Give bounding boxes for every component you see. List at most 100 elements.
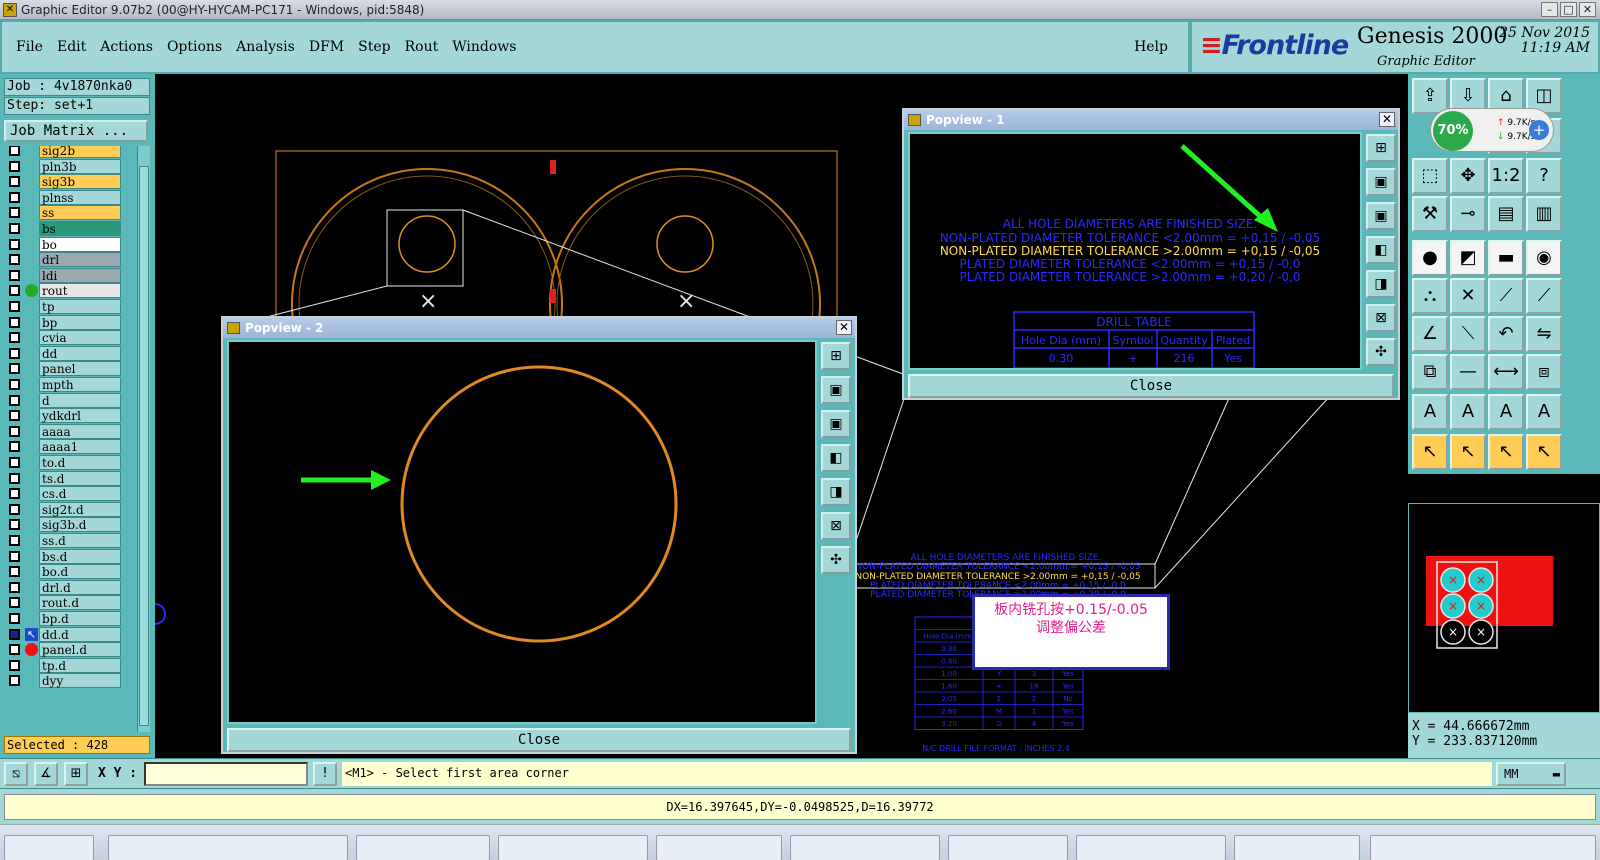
popview-2-close-x[interactable]: ✕ [836,320,852,335]
layer-checkbox[interactable] [9,223,20,234]
menu-options[interactable]: Options [167,39,222,55]
horizontal-line-icon[interactable]: — [1450,354,1486,390]
probe-icon[interactable]: ⊸ [1450,196,1486,232]
text-a-1-icon[interactable]: A [1412,394,1448,430]
query-icon[interactable]: ? [1526,158,1562,194]
grid-icon[interactable]: ⊞ [64,762,88,786]
layer-row[interactable]: bp.d [4,611,136,626]
layer-checkbox[interactable] [9,581,20,593]
layer-row[interactable]: plnss [4,189,136,205]
layer-checkbox[interactable] [9,347,20,359]
layer-checkbox[interactable] [9,457,20,468]
layer-row[interactable]: bs [4,221,136,236]
pan-right-icon[interactable]: ◨ [821,478,851,506]
menu-file[interactable]: File [16,39,43,55]
plus-icon[interactable]: + [1529,120,1549,140]
taskbar-item-3[interactable] [498,835,648,860]
layer-row[interactable]: bp [4,314,136,330]
popview-1-close-x[interactable]: ✕ [1379,112,1395,127]
pan-icon[interactable]: ✥ [1450,158,1486,194]
layer-row[interactable]: bs.d [4,548,136,564]
zoom-down-icon[interactable]: ▣ [1366,202,1396,230]
layer-checkbox[interactable] [9,535,20,546]
add-line-icon[interactable]: ◩ [1450,240,1486,276]
layer-row[interactable]: sig3b.d [4,517,136,533]
text-a-4-icon[interactable]: A [1526,394,1562,430]
layer-checkbox[interactable] [9,379,20,390]
minimize-button[interactable]: – [1541,2,1558,17]
center-icon[interactable]: ✣ [821,546,851,574]
menu-analysis[interactable]: Analysis [236,39,295,55]
layer-checkbox[interactable] [9,425,20,437]
layer-checkbox[interactable] [9,301,20,312]
layer-checkbox[interactable] [9,628,20,640]
pan-left-icon[interactable]: ◧ [1366,236,1396,264]
layer-row[interactable]: dyy [4,673,136,689]
taskbar-item-5[interactable] [790,835,940,860]
layer-checkbox[interactable] [9,316,20,328]
pointer-1-icon[interactable]: ↖ [1412,434,1448,470]
text-a-2-icon[interactable]: A [1450,394,1486,430]
zoom-in-icon[interactable]: ⊞ [821,342,851,370]
layer-checkbox[interactable] [9,566,20,578]
menu-rout[interactable]: Rout [405,39,439,55]
move-copy-icon[interactable]: ⧉ [1412,354,1448,390]
layer-checkbox[interactable] [9,410,20,422]
text-a-3-icon[interactable]: A [1488,394,1524,430]
layer-row[interactable]: ss [4,205,136,221]
pan-left-icon[interactable]: ◧ [821,444,851,472]
layer-scrollbar[interactable] [137,146,150,732]
layer-checkbox[interactable] [9,146,20,156]
menu-help[interactable]: Help [1134,39,1168,55]
taskbar-item-8[interactable] [1234,835,1360,860]
layer-up-icon[interactable]: ⇪ [1412,78,1448,114]
alert-icon[interactable]: ! [313,762,337,786]
layer-checkbox[interactable] [9,285,20,297]
layer-row[interactable]: dd [4,345,136,361]
layer-row[interactable]: to.d [4,455,136,470]
popview-2-close-button[interactable]: Close [227,728,851,752]
tools-icon[interactable]: ⚒ [1412,196,1448,232]
layer-row[interactable]: ydkdrl [4,408,136,424]
layer-checkbox[interactable] [9,160,20,172]
pointer-3-icon[interactable]: ↖ [1488,434,1524,470]
layer-row[interactable]: mpth [4,377,136,392]
taskbar-item-1[interactable] [108,835,348,860]
line-node-2-icon[interactable]: ⟋ [1526,278,1562,314]
layer-row[interactable]: bo [4,236,136,252]
layer-row[interactable]: tp [4,299,136,314]
slope-icon[interactable]: ⟍ [1450,316,1486,352]
xy-input[interactable] [144,762,308,786]
layer-checkbox[interactable] [9,238,20,250]
menu-step[interactable]: Step [358,39,390,55]
layer-row[interactable]: sig2t.d [4,501,136,517]
layer-row[interactable]: rout [4,283,136,299]
overview-map[interactable]: × × × × × × [1408,503,1600,713]
layer-row[interactable]: bo.d [4,564,136,580]
net-select-icon[interactable]: ▥ [1526,196,1562,232]
unit-select[interactable]: MM ▬ [1496,762,1566,786]
layer-checkbox[interactable] [9,394,20,406]
layer-checkbox[interactable] [9,644,20,656]
mirror-icon[interactable]: ⇋ [1526,316,1562,352]
pan-right-icon[interactable]: ◨ [1366,270,1396,298]
layer-row[interactable]: panel [4,361,136,377]
taskbar-item-6[interactable] [948,835,1068,860]
layer-row[interactable]: tp.d [4,657,136,673]
start-button[interactable] [4,835,94,860]
layer-row[interactable]: sig3b [4,174,136,190]
layer-row[interactable]: d [4,392,136,408]
cross-icon[interactable]: ✕ [1450,278,1486,314]
layer-checkbox[interactable] [9,613,20,624]
layer-row[interactable]: aaaa [4,423,136,439]
menu-windows[interactable]: Windows [452,39,516,55]
layer-row[interactable]: sig2b [4,146,136,158]
angle-icon[interactable]: ∠ [1412,316,1448,352]
fit-icon[interactable]: ⊠ [1366,304,1396,332]
taskbar-item-7[interactable] [1076,835,1226,860]
zoom-in-icon[interactable]: ⊞ [1366,134,1396,162]
layer-checkbox[interactable] [9,659,20,671]
layer-checkbox[interactable] [9,191,20,203]
close-window-button[interactable]: ✕ [1579,2,1596,17]
taskbar-item-2[interactable] [356,835,490,860]
